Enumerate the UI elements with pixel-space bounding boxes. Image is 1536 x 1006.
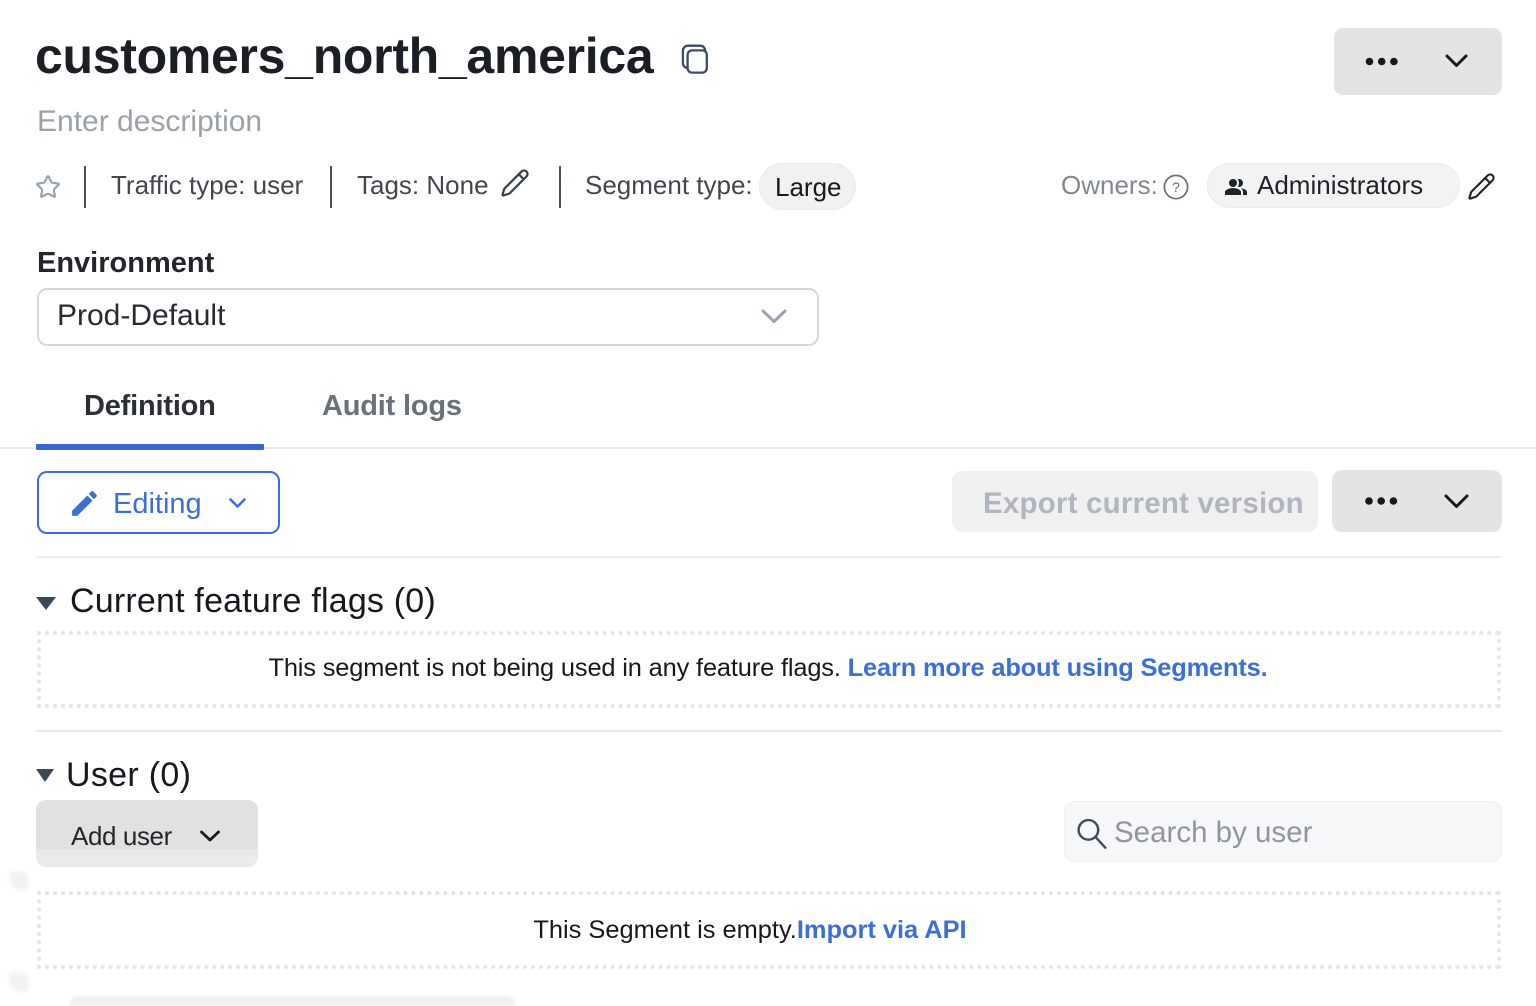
svg-text:?: ? xyxy=(1172,179,1180,195)
